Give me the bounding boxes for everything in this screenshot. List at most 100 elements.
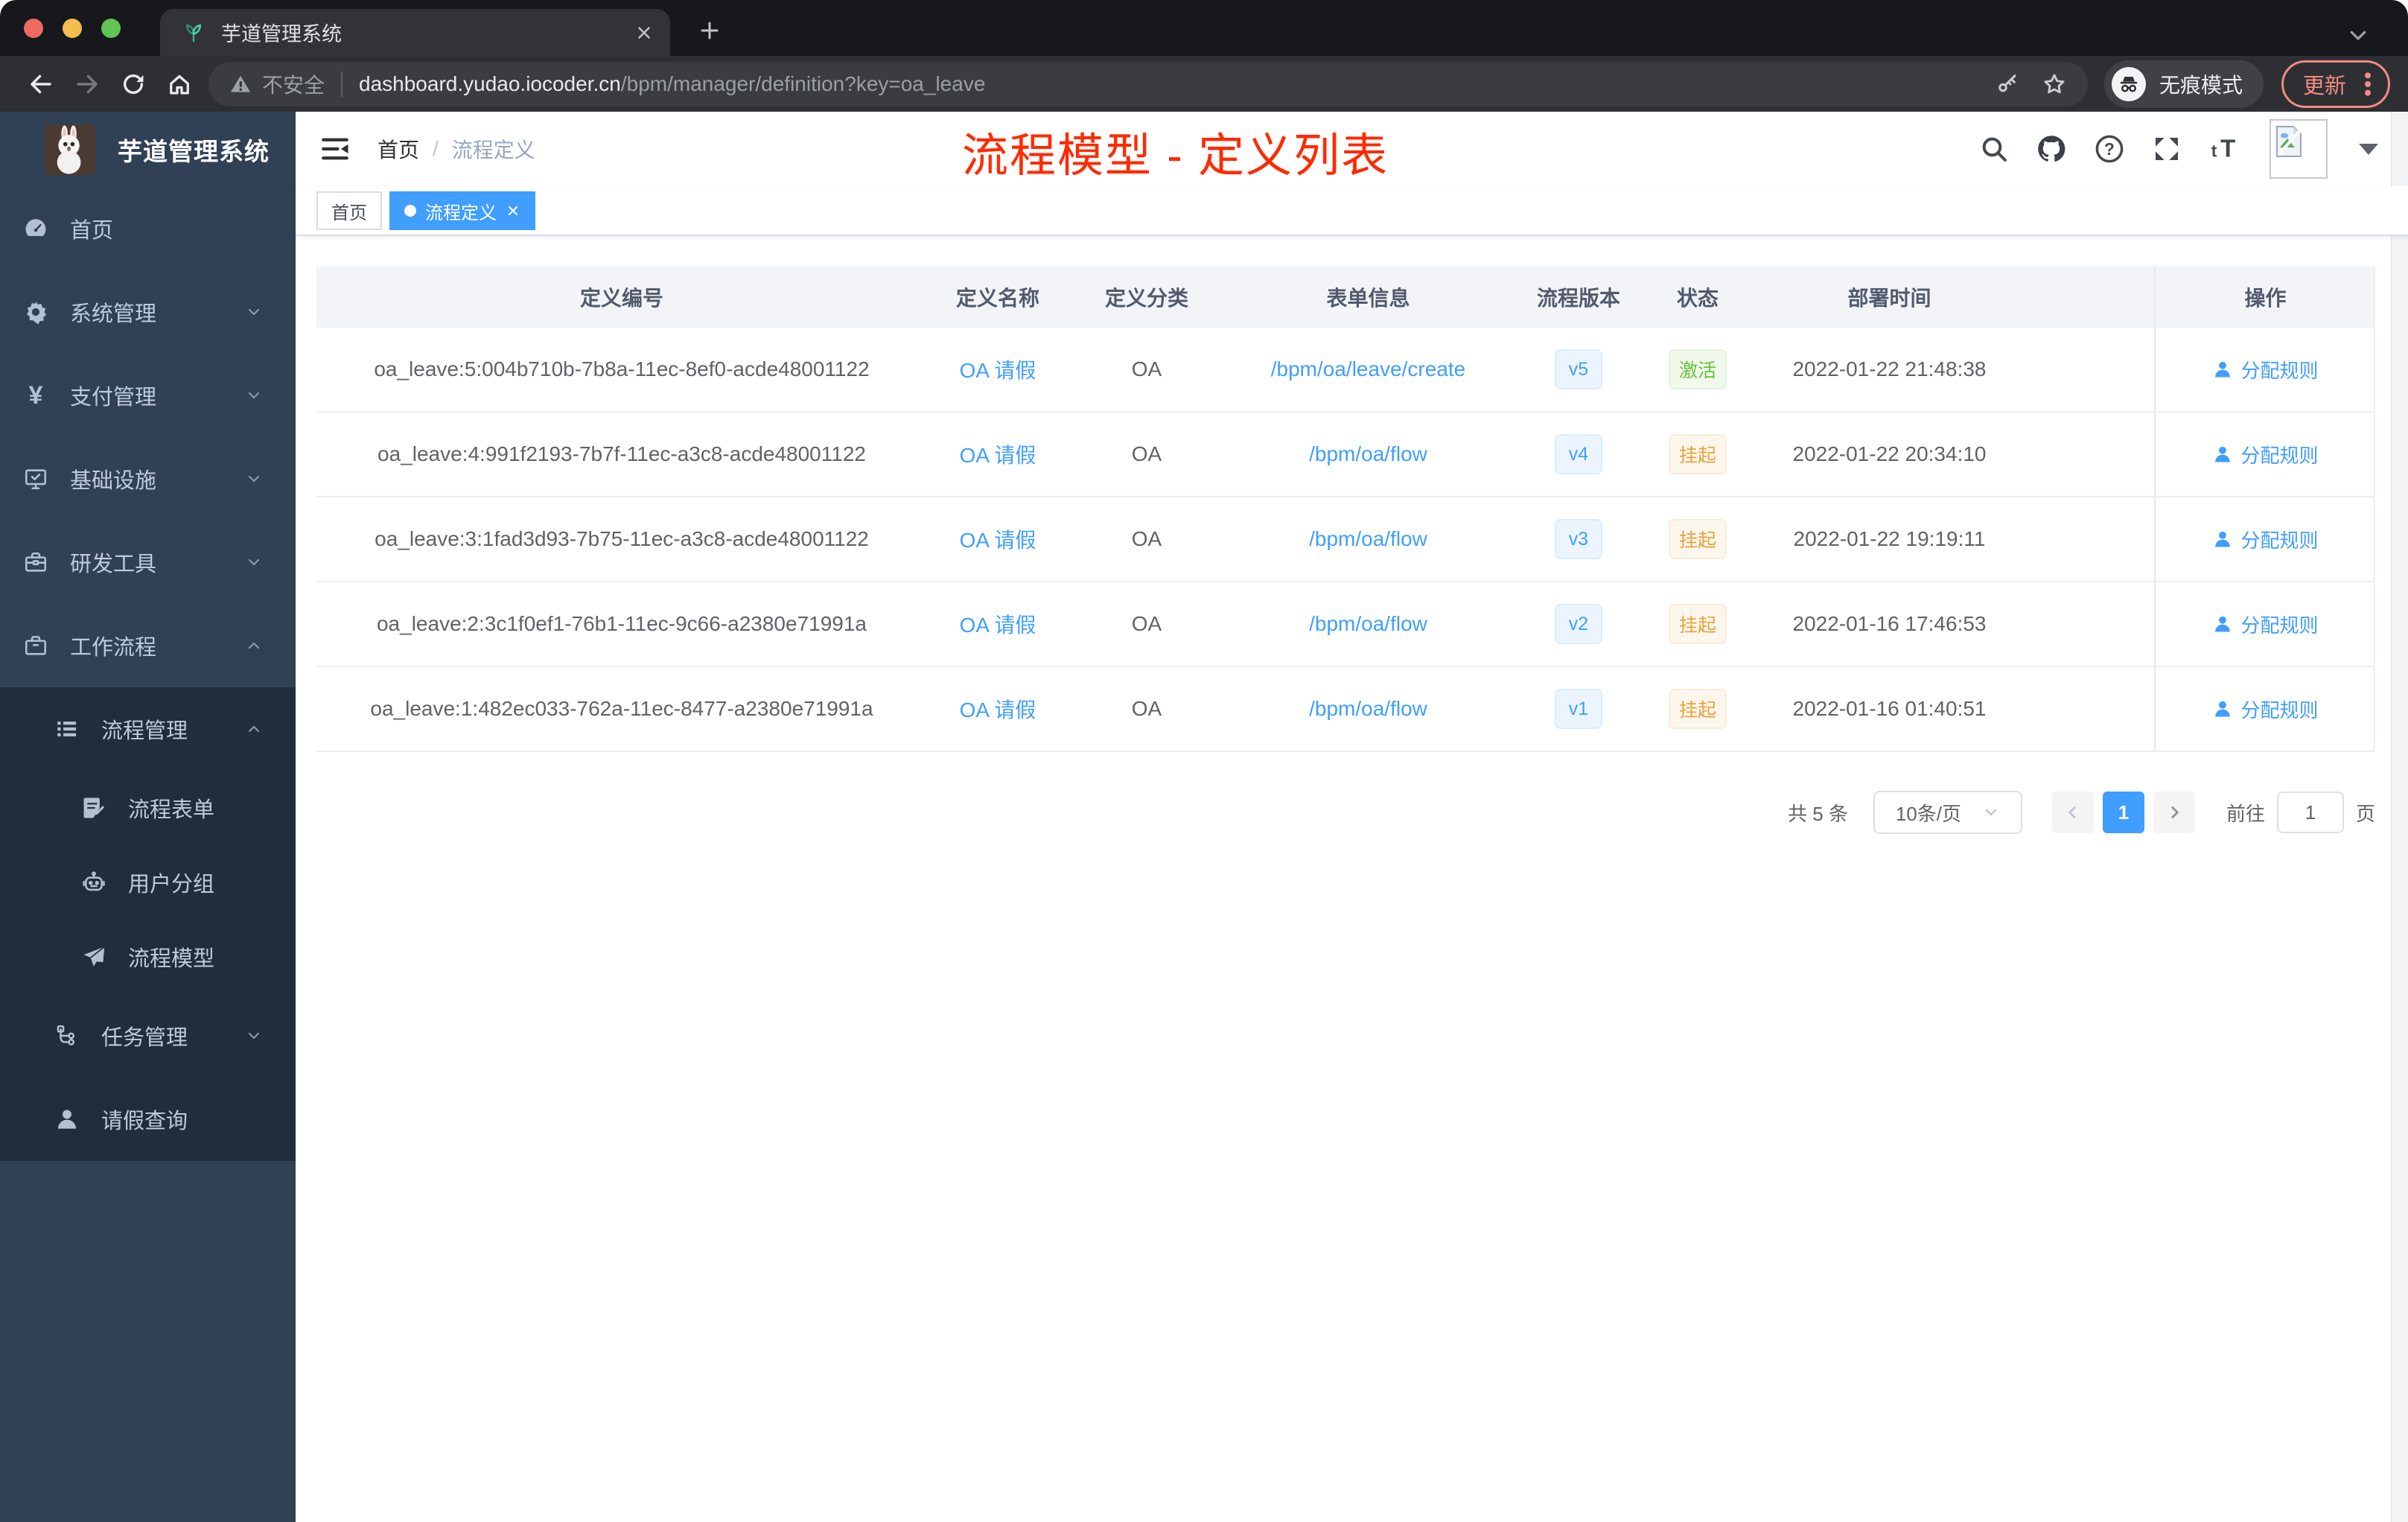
warning-triangle-icon [229, 73, 252, 95]
sidebar-item-label: 支付管理 [70, 386, 157, 410]
bookmark-star-icon[interactable] [2042, 71, 2067, 97]
definition-name-cell: OA 请假 [927, 694, 1068, 724]
sidebar-item-workflow[interactable]: 工作流程 [0, 604, 296, 687]
definition-name-cell: OA 请假 [927, 354, 1068, 384]
window-zoom-button[interactable] [101, 19, 121, 38]
url-path: /bpm/manager/definition?key=oa_leave [620, 71, 986, 95]
deploy-time-cell: 2022-01-22 19:19:11 [1793, 527, 1986, 550]
app-root: 芋道管理系统 首页 系统管理 ¥ 支付管理 基础设施 研发工具 工作流程 流程管理 流程表单 用户… [0, 112, 2408, 1522]
form-info-link[interactable]: /bpm/oa/leave/create [1271, 357, 1466, 381]
deploy-time-cell: 2022-01-16 01:40:51 [1792, 697, 1987, 720]
sidebar-item-payment[interactable]: ¥ 支付管理 [0, 354, 296, 437]
ops-cell: 分配规则 [2154, 413, 2375, 496]
window-minimize-button[interactable] [63, 19, 82, 38]
process-version-cell: v3 [1512, 519, 1646, 559]
forward-button[interactable] [64, 71, 110, 98]
kebab-menu-icon[interactable] [2363, 69, 2373, 99]
definition-name-link[interactable]: OA 请假 [960, 524, 1036, 554]
omnibox-divider [341, 71, 343, 97]
tag-process-definition[interactable]: 流程定义 [389, 191, 535, 230]
search-icon[interactable] [1979, 134, 2009, 164]
fullscreen-icon[interactable] [2152, 134, 2182, 164]
sidebar-item-process-model[interactable]: 流程模型 [0, 920, 296, 994]
ops-cell: 分配规则 [2154, 497, 2375, 581]
sidebar-item-home[interactable]: 首页 [0, 187, 296, 270]
definition-name-link[interactable]: OA 请假 [960, 354, 1036, 384]
sidebar-item-leave-query[interactable]: 请假查询 [0, 1077, 296, 1161]
user-icon [2212, 614, 2233, 634]
home-button[interactable] [156, 71, 203, 98]
sidebar-item-devtools[interactable]: 研发工具 [0, 520, 296, 604]
sidebar-item-task-mgmt[interactable]: 任务管理 [0, 994, 296, 1077]
new-tab-button[interactable] [698, 19, 721, 42]
password-key-icon[interactable] [1995, 72, 2019, 96]
form-info-link[interactable]: /bpm/oa/flow [1309, 612, 1427, 636]
sidebar-item-process-mgmt[interactable]: 流程管理 [0, 687, 296, 771]
sidebar-item-infra[interactable]: 基础设施 [0, 437, 296, 520]
header-cell: 状态 [1676, 287, 1719, 310]
workflow-submenu: 流程管理 流程表单 用户分组 流程模型 任务管理 请假查询 [0, 687, 296, 1161]
header-cell: 部署时间 [1847, 287, 1931, 310]
active-dot [404, 205, 416, 217]
user-icon [2212, 444, 2233, 465]
definition-name-link[interactable]: OA 请假 [960, 609, 1036, 639]
sidebar-logo[interactable]: 芋道管理系统 [0, 112, 296, 187]
breadcrumb-home[interactable]: 首页 [378, 134, 419, 164]
user-icon [52, 1107, 82, 1132]
page-scrollbar[interactable] [2391, 112, 2408, 1522]
update-label: 更新 [2302, 74, 2346, 98]
sidebar-item-system[interactable]: 系统管理 [0, 270, 296, 354]
update-chrome-button[interactable]: 更新 [2281, 60, 2390, 108]
assign-rule-link[interactable]: 分配规则 [2212, 695, 2319, 723]
definition-name-link[interactable]: OA 请假 [960, 694, 1036, 724]
tab-search-chevron-icon[interactable] [2347, 24, 2369, 46]
user-avatar[interactable] [2270, 119, 2328, 179]
url-text[interactable]: dashboard.yudao.iocoder.cn/bpm/manager/d… [359, 72, 1981, 96]
form-info-link[interactable]: /bpm/oa/flow [1309, 442, 1427, 466]
ops-cell: 分配规则 [2154, 667, 2375, 751]
yen-icon: ¥ [28, 380, 43, 410]
table-row: oa_leave:2:3c1f0ef1-76b1-11ec-9c66-a2380… [316, 582, 2374, 667]
ops-cell: 分配规则 [2154, 328, 2375, 411]
form-info-link[interactable]: /bpm/oa/flow [1309, 527, 1427, 551]
font-size-icon[interactable]: tT [2208, 133, 2243, 165]
form-info-link[interactable]: /bpm/oa/flow [1309, 697, 1427, 721]
help-icon[interactable]: ? [2094, 133, 2125, 165]
navbar-actions: ? tT [1979, 112, 2378, 186]
goto-page-input[interactable] [2276, 792, 2344, 833]
tag-label: 首页 [331, 203, 367, 223]
address-bar[interactable]: 不安全 dashboard.yudao.iocoder.cn/bpm/manag… [208, 61, 2088, 106]
window-close-button[interactable] [24, 19, 43, 38]
page-size-select[interactable]: 10条/页 [1873, 791, 2022, 834]
assign-rule-label: 分配规则 [2240, 359, 2319, 382]
tags-view-bar: 首页 流程定义 [296, 186, 2408, 236]
github-icon[interactable] [2036, 133, 2067, 165]
security-label[interactable]: 不安全 [262, 69, 325, 99]
tag-close-icon[interactable] [506, 203, 520, 218]
status-cell: 挂起 [1646, 689, 1750, 729]
tab-close-icon[interactable] [634, 23, 654, 42]
assign-rule-link[interactable]: 分配规则 [2212, 611, 2319, 638]
user-icon [2212, 359, 2233, 380]
page-1-button[interactable]: 1 [2102, 792, 2144, 833]
prev-page-button[interactable] [2051, 792, 2094, 833]
sidebar-item-process-form[interactable]: 流程表单 [0, 771, 296, 845]
table-row: oa_leave:4:991f2193-7b7f-11ec-a3c8-acde4… [316, 413, 2374, 497]
reload-button[interactable] [110, 71, 156, 97]
sidebar-fold-icon[interactable] [319, 133, 351, 165]
monitor-icon [21, 466, 51, 491]
sidebar-item-user-group[interactable]: 用户分组 [0, 845, 296, 920]
next-page-button[interactable] [2153, 792, 2195, 833]
tag-label: 流程定义 [425, 203, 497, 223]
assign-rule-link[interactable]: 分配规则 [2212, 356, 2319, 383]
browser-tab[interactable]: 芋道管理系统 [160, 9, 670, 56]
definition-name-link[interactable]: OA 请假 [960, 439, 1036, 469]
assign-rule-link[interactable]: 分配规则 [2212, 526, 2319, 553]
version-badge: v4 [1555, 434, 1602, 474]
definition-id-cell: oa_leave:2:3c1f0ef1-76b1-11ec-9c66-a2380… [376, 612, 867, 635]
back-button[interactable] [18, 71, 64, 98]
tag-home[interactable]: 首页 [316, 191, 382, 230]
form-info-cell: /bpm/oa/flow [1225, 442, 1512, 466]
form-info-cell: /bpm/oa/flow [1225, 612, 1512, 636]
assign-rule-link[interactable]: 分配规则 [2212, 441, 2319, 468]
